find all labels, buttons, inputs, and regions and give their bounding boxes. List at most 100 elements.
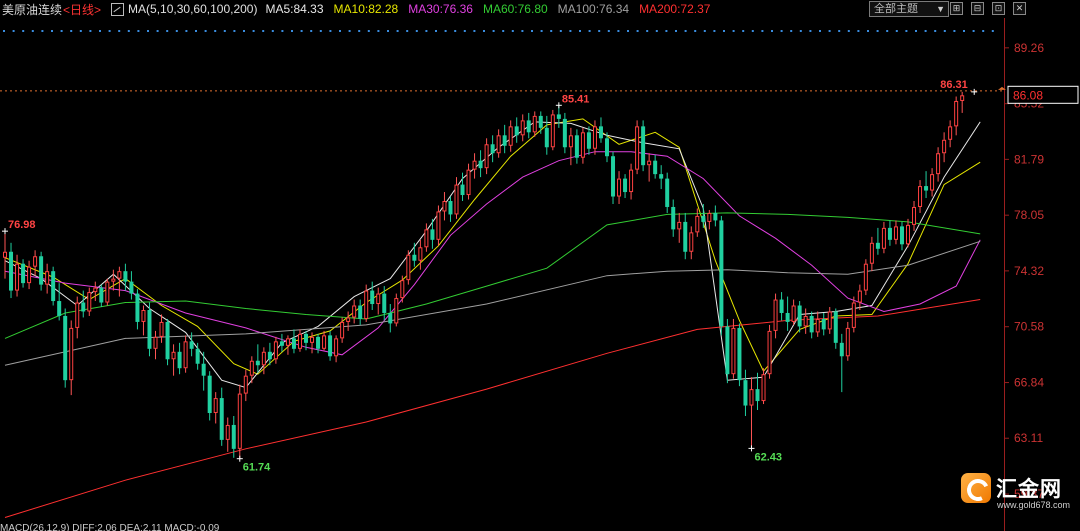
- candle[interactable]: [57, 301, 62, 316]
- candle[interactable]: [213, 398, 218, 414]
- candle[interactable]: [749, 389, 754, 406]
- candle[interactable]: [556, 114, 561, 119]
- candle[interactable]: [400, 280, 405, 299]
- candle[interactable]: [695, 215, 700, 233]
- candle[interactable]: [562, 118, 567, 148]
- candle[interactable]: [815, 318, 820, 333]
- candle[interactable]: [635, 126, 640, 170]
- candle[interactable]: [376, 293, 381, 305]
- candle[interactable]: [942, 139, 947, 154]
- candle[interactable]: [893, 226, 898, 240]
- candle[interactable]: [117, 271, 122, 279]
- candle[interactable]: [424, 229, 429, 248]
- candle[interactable]: [767, 330, 772, 375]
- candle[interactable]: [906, 224, 910, 245]
- candle[interactable]: [273, 341, 278, 360]
- candle[interactable]: [291, 338, 296, 349]
- candle[interactable]: [875, 242, 880, 249]
- candle[interactable]: [502, 135, 507, 146]
- candle[interactable]: [15, 263, 20, 291]
- candle[interactable]: [382, 293, 387, 313]
- candle[interactable]: [761, 374, 766, 402]
- candle[interactable]: [592, 126, 597, 149]
- candle[interactable]: [39, 256, 44, 285]
- candle[interactable]: [833, 311, 838, 343]
- candle[interactable]: [478, 160, 483, 169]
- candle[interactable]: [887, 227, 892, 240]
- candle[interactable]: [225, 424, 230, 440]
- candle[interactable]: [334, 338, 339, 357]
- candle[interactable]: [147, 309, 152, 349]
- candle[interactable]: [219, 398, 224, 440]
- candle[interactable]: [574, 135, 579, 158]
- candle[interactable]: [93, 287, 98, 293]
- candle[interactable]: [406, 254, 411, 281]
- candle[interactable]: [544, 127, 549, 148]
- candle[interactable]: [412, 254, 417, 261]
- candle[interactable]: [948, 126, 953, 140]
- candle[interactable]: [918, 186, 923, 207]
- candle[interactable]: [484, 144, 489, 169]
- candle[interactable]: [27, 266, 32, 284]
- candle[interactable]: [779, 299, 784, 313]
- candle[interactable]: [683, 221, 688, 252]
- candle[interactable]: [659, 174, 664, 179]
- candle[interactable]: [755, 389, 760, 402]
- candle[interactable]: [340, 321, 345, 339]
- candle[interactable]: [69, 327, 74, 381]
- candle[interactable]: [135, 293, 140, 322]
- candle[interactable]: [442, 201, 447, 212]
- candle[interactable]: [791, 305, 796, 322]
- candle[interactable]: [177, 351, 182, 369]
- candle[interactable]: [797, 305, 802, 327]
- candle[interactable]: [839, 342, 844, 357]
- candle[interactable]: [165, 321, 170, 360]
- candle[interactable]: [617, 178, 622, 197]
- candle[interactable]: [63, 315, 68, 381]
- candle[interactable]: [171, 351, 176, 360]
- candle[interactable]: [352, 305, 357, 318]
- candle[interactable]: [195, 348, 200, 364]
- candle[interactable]: [316, 336, 321, 349]
- candle[interactable]: [75, 302, 80, 328]
- candle[interactable]: [496, 135, 501, 154]
- candle[interactable]: [598, 126, 603, 139]
- candle[interactable]: [237, 393, 242, 449]
- candle[interactable]: [924, 186, 929, 191]
- candle[interactable]: [141, 309, 146, 322]
- candle[interactable]: [526, 120, 531, 133]
- candle[interactable]: [255, 360, 260, 366]
- candle[interactable]: [665, 178, 670, 207]
- candle[interactable]: [358, 305, 363, 319]
- candle[interactable]: [466, 169, 471, 196]
- candle[interactable]: [869, 242, 874, 264]
- candle[interactable]: [845, 327, 850, 357]
- candle[interactable]: [99, 287, 104, 303]
- candle[interactable]: [364, 290, 369, 319]
- candle[interactable]: [243, 375, 248, 394]
- candle[interactable]: [514, 126, 519, 136]
- candle[interactable]: [123, 271, 128, 282]
- candle[interactable]: [285, 338, 290, 346]
- candle[interactable]: [45, 271, 50, 285]
- candle[interactable]: [346, 317, 351, 322]
- candle[interactable]: [231, 424, 236, 449]
- candle[interactable]: [490, 144, 495, 154]
- candle[interactable]: [81, 302, 86, 312]
- candle[interactable]: [370, 290, 375, 305]
- candle[interactable]: [881, 227, 886, 249]
- candle[interactable]: [689, 232, 694, 252]
- candle[interactable]: [111, 278, 116, 282]
- candle[interactable]: [737, 327, 742, 381]
- candle[interactable]: [279, 341, 284, 346]
- candle[interactable]: [773, 299, 778, 331]
- candle[interactable]: [731, 327, 736, 375]
- candle[interactable]: [267, 351, 272, 360]
- candle[interactable]: [201, 363, 206, 376]
- candle[interactable]: [611, 156, 616, 197]
- candle[interactable]: [129, 281, 134, 294]
- candle[interactable]: [448, 201, 453, 215]
- candle[interactable]: [51, 271, 56, 302]
- candle[interactable]: [580, 132, 585, 158]
- candle[interactable]: [328, 335, 333, 357]
